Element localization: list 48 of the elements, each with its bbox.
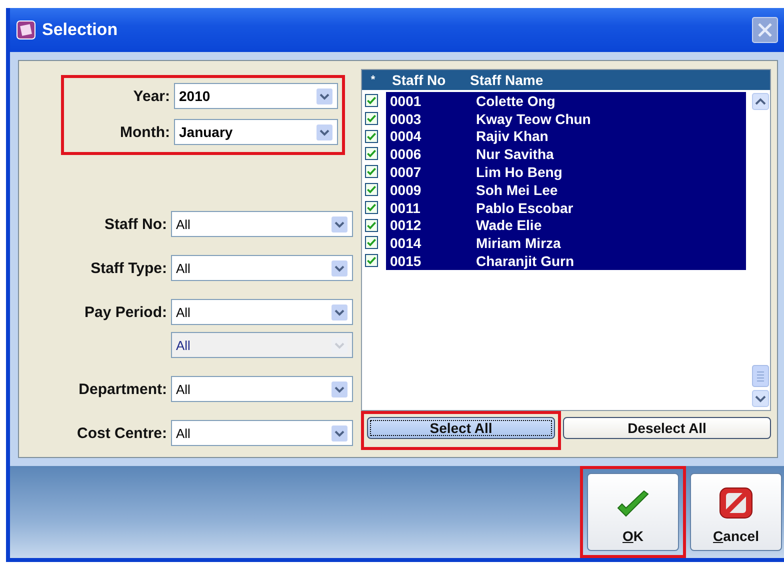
dropdown-field[interactable]: All (171, 211, 353, 237)
dropdown-field[interactable]: January (174, 119, 338, 145)
no-entry-icon (718, 486, 754, 520)
scroll-thumb[interactable] (752, 365, 768, 387)
field-label: Year: (132, 88, 170, 104)
list-row[interactable]: 0009 Soh Mei Lee (386, 180, 746, 199)
field-label: Department: (78, 380, 167, 398)
list-row[interactable]: 0003 Kway Teow Chun (386, 110, 746, 128)
checkbox[interactable] (365, 200, 378, 214)
checkbox[interactable] (365, 236, 378, 250)
app-icon (16, 20, 36, 40)
dropdown-field[interactable]: All (171, 420, 353, 446)
checkbox[interactable] (365, 130, 378, 143)
checkbox[interactable] (365, 94, 378, 107)
list-row[interactable]: 0012 Wade Elie (386, 216, 746, 234)
list-row[interactable]: 0015 Charanjit Gurn (386, 252, 746, 270)
checkbox[interactable] (365, 182, 378, 196)
list-row[interactable]: 0011 Pablo Escobar (386, 198, 746, 217)
checkbox[interactable] (365, 254, 378, 268)
field-label: Staff Type: (90, 260, 167, 276)
deselect-all-button[interactable]: Deselect All (563, 417, 771, 439)
checkbox[interactable] (365, 218, 378, 232)
dropdown-field[interactable]: All (171, 299, 353, 325)
ok-button[interactable]: OK (587, 473, 679, 551)
scroll-bar[interactable] (750, 90, 770, 410)
list-row[interactable]: 0004 Rajiv Khan (386, 128, 746, 146)
column-header: Staff No (391, 72, 447, 88)
dropdown-field[interactable]: All (171, 255, 353, 281)
field-label: Month: (119, 124, 170, 140)
field-label: Cost Centre: (76, 424, 167, 442)
field-label: Pay Period: (83, 304, 167, 320)
checkbox[interactable] (365, 165, 378, 178)
list-row[interactable]: 0014 Miriam Mirza (386, 234, 746, 252)
column-header: * (370, 74, 376, 86)
select-all-button[interactable]: Select All (367, 417, 555, 439)
checkbox[interactable] (365, 147, 378, 160)
list-row[interactable]: 0007 Lim Ho Beng (386, 163, 746, 181)
window-title: Selection (42, 20, 118, 40)
dropdown-field[interactable]: All (171, 376, 353, 402)
cancel-button[interactable]: Cancel (690, 473, 782, 551)
checkbox[interactable] (365, 112, 378, 125)
field-label: Staff No: (104, 216, 167, 232)
scroll-up-icon[interactable] (752, 93, 768, 110)
dropdown-field[interactable]: 2010 (174, 83, 338, 109)
column-header: Staff Name (470, 72, 544, 88)
list-row[interactable]: 0001 Colette Ong (386, 92, 746, 110)
scroll-down-icon[interactable] (752, 390, 768, 407)
list-row[interactable]: 0006 Nur Savitha (386, 145, 746, 164)
